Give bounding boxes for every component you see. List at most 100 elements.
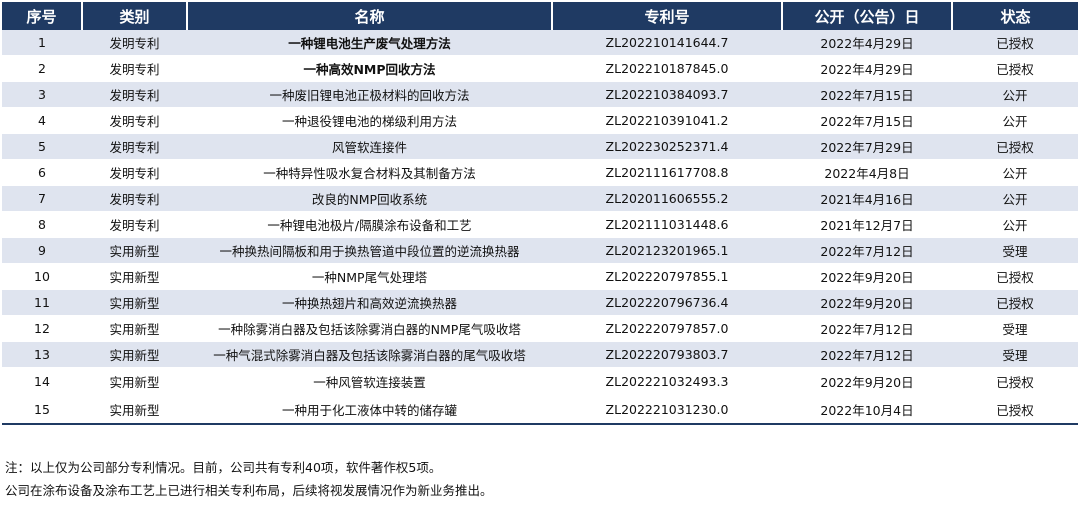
cell-no: 4 [2,107,82,134]
table-row: 13 实用新型 一种气混式除雾消白器及包括该除雾消白器的尾气吸收塔 ZL2022… [2,341,1078,368]
table-row: 7 发明专利 改良的NMP回收系统 ZL202011606555.2 2021年… [2,185,1078,212]
cell-date: 2022年7月15日 [782,107,952,134]
cell-date: 2021年12月7日 [782,211,952,238]
cell-status: 已授权 [952,395,1078,425]
cell-patent-no: ZL202123201965.1 [552,237,782,264]
cell-name: 一种废旧锂电池正极材料的回收方法 [187,81,552,108]
cell-category: 发明专利 [82,133,187,160]
cell-no: 5 [2,133,82,160]
cell-name: 一种换热间隔板和用于换热管道中段位置的逆流换热器 [187,237,552,264]
cell-patent-no: ZL202210391041.2 [552,107,782,134]
cell-name: 改良的NMP回收系统 [187,185,552,212]
cell-patent-no: ZL202220796736.4 [552,289,782,316]
table-row: 8 发明专利 一种锂电池极片/隔膜涂布设备和工艺 ZL202111031448.… [2,211,1078,238]
cell-category: 发明专利 [82,55,187,82]
cell-name: 一种NMP尾气处理塔 [187,263,552,290]
header-status: 状态 [952,2,1078,30]
cell-category: 发明专利 [82,30,187,56]
cell-name: 一种锂电池极片/隔膜涂布设备和工艺 [187,211,552,238]
cell-status: 公开 [952,211,1078,238]
cell-no: 2 [2,55,82,82]
cell-date: 2022年9月20日 [782,367,952,396]
cell-date: 2022年9月20日 [782,263,952,290]
cell-no: 1 [2,30,82,56]
cell-name: 一种特异性吸水复合材料及其制备方法 [187,159,552,186]
cell-category: 实用新型 [82,367,187,396]
cell-no: 6 [2,159,82,186]
cell-status: 公开 [952,159,1078,186]
cell-category: 发明专利 [82,107,187,134]
cell-patent-no: ZL202111617708.8 [552,159,782,186]
cell-category: 发明专利 [82,159,187,186]
cell-name: 风管软连接件 [187,133,552,160]
cell-status: 已授权 [952,133,1078,160]
table-row: 11 实用新型 一种换热翅片和高效逆流换热器 ZL202220796736.4 … [2,289,1078,316]
patent-table: 序号 类别 名称 专利号 公开（公告）日 状态 1 发明专利 一种锂电池生产废气… [2,2,1078,425]
cell-patent-no: ZL202210141644.7 [552,30,782,56]
table-header-row: 序号 类别 名称 专利号 公开（公告）日 状态 [2,2,1078,30]
cell-date: 2022年7月12日 [782,237,952,264]
cell-status: 已授权 [952,289,1078,316]
cell-patent-no: ZL202230252371.4 [552,133,782,160]
cell-patent-no: ZL202220797855.1 [552,263,782,290]
cell-category: 实用新型 [82,395,187,425]
cell-status: 公开 [952,81,1078,108]
cell-patent-no: ZL202210384093.7 [552,81,782,108]
cell-no: 11 [2,289,82,316]
cell-name: 一种风管软连接装置 [187,367,552,396]
table-row: 15 实用新型 一种用于化工液体中转的储存罐 ZL202221031230.0 … [2,395,1078,425]
cell-no: 3 [2,81,82,108]
cell-status: 受理 [952,315,1078,342]
cell-no: 15 [2,395,82,425]
cell-status: 受理 [952,341,1078,368]
cell-name: 一种换热翅片和高效逆流换热器 [187,289,552,316]
header-patent-no: 专利号 [552,2,783,30]
table-row: 10 实用新型 一种NMP尾气处理塔 ZL202220797855.1 2022… [2,263,1078,290]
table-row: 9 实用新型 一种换热间隔板和用于换热管道中段位置的逆流换热器 ZL202123… [2,237,1078,264]
cell-category: 实用新型 [82,263,187,290]
cell-category: 发明专利 [82,185,187,212]
cell-name: 一种气混式除雾消白器及包括该除雾消白器的尾气吸收塔 [187,341,552,368]
cell-status: 已授权 [952,367,1078,396]
cell-patent-no: ZL202011606555.2 [552,185,782,212]
cell-status: 已授权 [952,55,1078,82]
cell-name: 一种除雾消白器及包括该除雾消白器的NMP尾气吸收塔 [187,315,552,342]
cell-patent-no: ZL202111031448.6 [552,211,782,238]
cell-date: 2022年10月4日 [782,395,952,425]
cell-no: 7 [2,185,82,212]
cell-date: 2022年4月29日 [782,30,952,56]
cell-category: 实用新型 [82,289,187,316]
cell-name: 一种退役锂电池的梯级利用方法 [187,107,552,134]
cell-date: 2022年7月12日 [782,341,952,368]
cell-name: 一种用于化工液体中转的储存罐 [187,395,552,425]
cell-status: 受理 [952,237,1078,264]
cell-patent-no: ZL202221032493.3 [552,367,782,396]
cell-name: 一种高效NMP回收方法 [187,55,552,82]
cell-date: 2022年7月29日 [782,133,952,160]
footnote-line: 注：以上仅为公司部分专利情况。目前，公司共有专利40项，软件著作权5项。 [5,460,442,475]
header-date: 公开（公告）日 [782,2,953,30]
footnote-line: 公司在涂布设备及涂布工艺上已进行相关专利布局，后续将视发展情况作为新业务推出。 [5,483,493,498]
cell-no: 10 [2,263,82,290]
cell-name: 一种锂电池生产废气处理方法 [187,30,552,56]
cell-status: 公开 [952,107,1078,134]
cell-status: 公开 [952,185,1078,212]
header-no: 序号 [2,2,83,30]
table-row: 12 实用新型 一种除雾消白器及包括该除雾消白器的NMP尾气吸收塔 ZL2022… [2,315,1078,342]
table-row: 4 发明专利 一种退役锂电池的梯级利用方法 ZL202210391041.2 2… [2,107,1078,134]
table-row: 2 发明专利 一种高效NMP回收方法 ZL202210187845.0 2022… [2,55,1078,82]
cell-category: 实用新型 [82,315,187,342]
cell-no: 14 [2,367,82,396]
cell-date: 2021年4月16日 [782,185,952,212]
table-row: 5 发明专利 风管软连接件 ZL202230252371.4 2022年7月29… [2,133,1078,160]
cell-no: 13 [2,341,82,368]
cell-no: 8 [2,211,82,238]
cell-date: 2022年7月15日 [782,81,952,108]
table-row: 6 发明专利 一种特异性吸水复合材料及其制备方法 ZL202111617708.… [2,159,1078,186]
cell-category: 发明专利 [82,81,187,108]
cell-date: 2022年4月29日 [782,55,952,82]
table-row: 1 发明专利 一种锂电池生产废气处理方法 ZL202210141644.7 20… [2,30,1078,56]
cell-patent-no: ZL202220793803.7 [552,341,782,368]
header-category: 类别 [82,2,188,30]
header-name: 名称 [187,2,553,30]
